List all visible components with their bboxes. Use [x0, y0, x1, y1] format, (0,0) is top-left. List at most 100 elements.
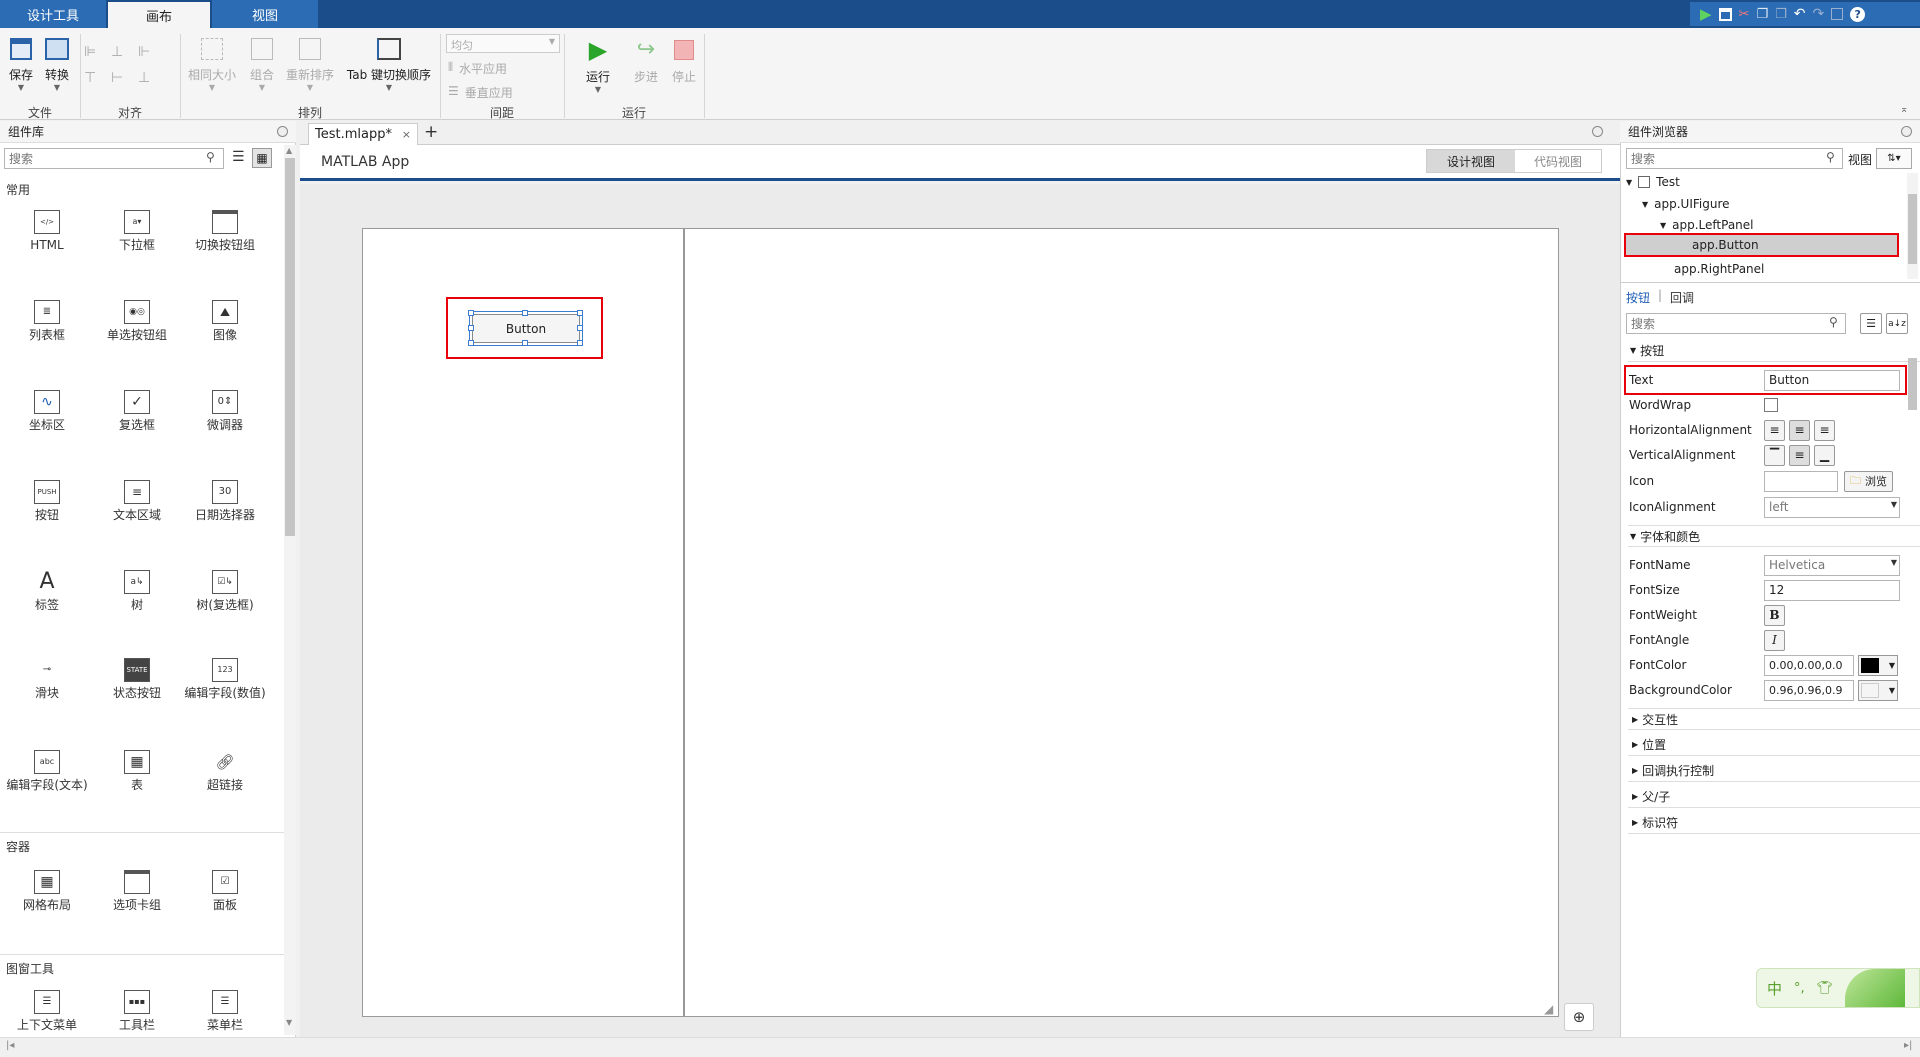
component-list-box[interactable]: ≣ 列表框 — [2, 300, 92, 342]
zoom-button[interactable]: ⊕ — [1564, 1003, 1594, 1031]
collapse-icon[interactable]: ▼ — [1660, 221, 1666, 230]
backgroundcolor-field[interactable] — [1764, 679, 1854, 701]
run-button[interactable]: ▶ 运行 ▼ — [582, 38, 614, 94]
design-view-button[interactable]: 设计视图 — [1427, 150, 1515, 172]
browser-search-input[interactable] — [1626, 148, 1843, 169]
property-search-input[interactable] — [1626, 313, 1846, 334]
bold-icon[interactable]: B — [1764, 604, 1785, 626]
collapse-ribbon-icon[interactable]: ⌅ — [1900, 104, 1908, 115]
canvas-button[interactable]: Button — [472, 314, 580, 343]
sort-az-icon[interactable]: a↓z — [1886, 313, 1908, 334]
selection-handle[interactable] — [468, 325, 474, 331]
align-center-icon[interactable]: ⊥ — [111, 44, 135, 64]
component-grid-layout[interactable]: ▦ 网格布局 — [2, 870, 92, 912]
component-context-menu[interactable]: ☰ 上下文菜单 — [2, 990, 92, 1032]
run-icon[interactable]: ▶ — [1700, 5, 1712, 23]
library-search-input[interactable] — [4, 148, 224, 169]
fullscreen-icon[interactable] — [1831, 8, 1844, 20]
tree-node-leftpanel[interactable]: ▼ app.LeftPanel — [1660, 218, 1754, 232]
selection-handle[interactable] — [522, 340, 528, 346]
save-icon[interactable] — [1718, 7, 1732, 21]
fontcolor-field[interactable] — [1764, 654, 1854, 676]
stop-button[interactable]: 停止 — [668, 38, 700, 85]
category-position[interactable]: ▶ 位置 — [1628, 734, 1920, 756]
component-dropdown[interactable]: a▾ 下拉框 — [92, 210, 182, 252]
search-icon[interactable]: ⚲ — [206, 150, 215, 164]
library-scrollbar-thumb[interactable] — [285, 158, 295, 536]
component-label[interactable]: A 标签 — [2, 570, 92, 613]
align-middle-icon[interactable]: ≡ — [1789, 444, 1810, 466]
component-toggle-button-group[interactable]: 切换按钮组 — [180, 210, 270, 252]
copy-icon[interactable]: ❐ — [1756, 7, 1768, 22]
scroll-up-icon[interactable]: ▲ — [286, 146, 292, 155]
resize-grip-icon[interactable]: ◢ — [1544, 1002, 1553, 1016]
horizontal-apply-button[interactable]: ⫴ 水平应用 — [448, 60, 507, 77]
align-right-icon[interactable]: ⊩ — [138, 44, 162, 64]
grid-view-icon[interactable]: ▦ — [252, 148, 272, 168]
component-state-button[interactable]: STATE 状态按钮 — [92, 658, 182, 700]
category-identifiers[interactable]: ▶ 标识符 — [1628, 812, 1920, 834]
category-font-and-color[interactable]: ▼ 字体和颜色 — [1628, 525, 1920, 547]
document-tab[interactable]: Test.mlapp* × — [308, 123, 418, 145]
category-callback-execution[interactable]: ▶ 回调执行控制 — [1628, 760, 1920, 782]
component-button[interactable]: PUSH 按钮 — [2, 480, 92, 522]
component-panel[interactable]: ☑ 面板 — [180, 870, 270, 912]
convert-button[interactable]: 转换 ▼ — [42, 38, 72, 92]
tree-node-button-selected[interactable]: app.Button — [1624, 233, 1899, 257]
save-button[interactable]: 保存 ▼ — [6, 38, 36, 92]
component-numeric-edit-field[interactable]: 123 编辑字段(数值) — [180, 658, 270, 700]
component-tab-group[interactable]: 选项卡组 — [92, 870, 182, 912]
reorder-button[interactable]: 重新排序 ▼ — [284, 38, 336, 92]
tab-view[interactable]: 视图 — [212, 0, 318, 28]
tab-canvas[interactable]: 画布 — [108, 2, 210, 28]
align-left-icon[interactable]: ⊫ — [84, 44, 108, 64]
align-center-icon[interactable]: ≡ — [1789, 419, 1810, 441]
selection-handle[interactable] — [577, 340, 583, 346]
align-top-icon[interactable]: ▔ — [1764, 444, 1785, 466]
search-icon[interactable]: ⚲ — [1826, 150, 1835, 164]
step-button[interactable]: ↪ 步进 — [630, 38, 662, 85]
fontcolor-picker[interactable]: ▼ — [1858, 654, 1898, 676]
component-slider[interactable]: ⊸ 滑块 — [2, 658, 92, 700]
paste-icon[interactable]: ❐ — [1775, 7, 1787, 22]
wordwrap-checkbox[interactable] — [1764, 398, 1778, 412]
component-axes[interactable]: ∿ 坐标区 — [2, 390, 92, 432]
align-middle-icon[interactable]: ⊢ — [111, 70, 135, 90]
component-spinner[interactable]: 0⇕ 微调器 — [180, 390, 270, 432]
fontname-dropdown[interactable]: Helvetica ▼ — [1764, 554, 1900, 576]
component-menu-bar[interactable]: ☰ 菜单栏 — [180, 990, 270, 1032]
component-toolbar[interactable]: ▪▪▪ 工具栏 — [92, 990, 182, 1032]
component-checkbox[interactable]: ✓ 复选框 — [92, 390, 182, 432]
collapse-icon[interactable]: ▼ — [1642, 200, 1648, 209]
pane-options-icon[interactable] — [277, 126, 288, 137]
category-button[interactable]: ▼ 按钮 — [1628, 340, 1920, 362]
align-top-icon[interactable]: ⊤ — [84, 70, 108, 90]
spacing-dropdown[interactable]: 均匀 ▼ — [446, 34, 560, 53]
backgroundcolor-picker[interactable]: ▼ — [1858, 679, 1898, 701]
component-radio-button-group[interactable]: ◉◎ 单选按钮组 — [92, 300, 182, 342]
component-date-picker[interactable]: 30 日期选择器 — [180, 480, 270, 522]
view-options-dropdown[interactable]: ⇅▾ — [1876, 148, 1912, 169]
inspector-tab-button[interactable]: 按钮 — [1626, 289, 1650, 306]
tree-node-test[interactable]: ▼ Test — [1626, 175, 1680, 189]
align-bottom-icon[interactable]: ▁ — [1814, 444, 1835, 466]
help-icon[interactable]: ? — [1850, 6, 1866, 22]
selection-handle[interactable] — [468, 340, 474, 346]
tree-scrollbar-thumb[interactable] — [1908, 194, 1917, 264]
code-view-button[interactable]: 代码视图 — [1515, 150, 1601, 172]
selection-handle[interactable] — [468, 310, 474, 316]
component-tree[interactable]: a↳ 树 — [92, 570, 182, 612]
pane-options-icon[interactable] — [1901, 126, 1912, 137]
italic-icon[interactable]: I — [1764, 629, 1785, 651]
tree-node-rightpanel[interactable]: app.RightPanel — [1674, 262, 1764, 276]
selection-handle[interactable] — [522, 310, 528, 316]
scroll-down-icon[interactable]: ▼ — [286, 1018, 292, 1027]
component-html[interactable]: </> HTML — [2, 210, 92, 252]
group-button[interactable]: 组合 ▼ — [244, 38, 280, 92]
inspector-tab-callback[interactable]: 回调 — [1670, 289, 1694, 306]
tab-design-tools[interactable]: 设计工具 — [0, 0, 106, 28]
close-icon[interactable]: × — [402, 128, 411, 141]
pane-options-icon[interactable] — [1592, 126, 1603, 137]
browse-button[interactable]: 🗀 浏览 — [1844, 470, 1893, 492]
list-view-icon[interactable]: ☰ — [232, 149, 245, 165]
